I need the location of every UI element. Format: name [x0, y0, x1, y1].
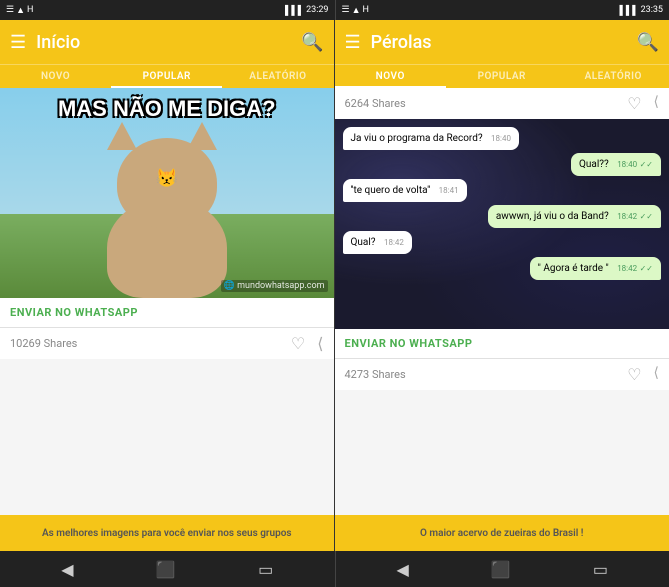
chat-bubble-row-0: Ja viu o programa da Record? 18:40 — [343, 127, 662, 150]
right-tab-aleatorio[interactable]: ALEATÓRIO — [558, 65, 669, 88]
chat-bubble-sent-5: " Agora é tarde " 18:42 ✓✓ — [530, 257, 661, 280]
status-left-icons: ☰▲H — [6, 5, 33, 16]
left-tab-popular[interactable]: POPULAR — [111, 65, 222, 88]
left-nav-bar: ◀ ⬛ ▭ — [0, 551, 335, 587]
chat-bubble-sent-1: Qual?? 18:40 ✓✓ — [571, 153, 661, 176]
right-top-heart-icon[interactable]: ♡ — [627, 94, 641, 113]
chat-bubble-received-2: ''te quero de volta'' 18:41 — [343, 179, 467, 202]
chat-bubble-row-5: " Agora é tarde " 18:42 ✓✓ — [343, 257, 662, 280]
left-home-btn[interactable]: ⬛ — [156, 560, 176, 579]
left-title: Início — [36, 32, 291, 53]
right-bottom-banner: O maior acervo de zueiras do Brasil ! — [335, 515, 669, 551]
left-heart-icon[interactable]: ♡ — [291, 334, 305, 353]
chat-screenshot: Ja viu o programa da Record? 18:40 Qual?… — [335, 119, 669, 329]
chat-bubble-row-1: Qual?? 18:40 ✓✓ — [343, 153, 662, 176]
watermark: 🌐 mundowhatsapp.com — [221, 280, 328, 292]
right-menu-icon[interactable]: ☰ — [345, 32, 361, 53]
right-top-share-icon[interactable]: ⟨ — [654, 94, 659, 113]
meme-image: 😾 MAS NÃO ME DIGA? 🌐 mundowhatsapp.com — [0, 88, 334, 298]
right-home-btn[interactable]: ⬛ — [491, 560, 511, 579]
right-tab-popular[interactable]: POPULAR — [446, 65, 558, 88]
right-tabs: NOVO POPULAR ALEATÓRIO — [335, 64, 669, 88]
chat-bubble-row-4: Qual? 18:42 — [343, 231, 662, 254]
left-search-icon[interactable]: 🔍 — [301, 32, 323, 53]
right-recent-btn[interactable]: ▭ — [593, 560, 608, 579]
meme-text: MAS NÃO ME DIGA? — [0, 96, 334, 122]
status-right-icons: ☰▲H — [342, 5, 369, 16]
chat-bubble-row-3: awwwn, já viu o da Band? 18:42 ✓✓ — [343, 205, 662, 228]
right-title: Pérolas — [371, 32, 627, 53]
right-send-button[interactable]: ENVIAR NO WHATSAPP — [335, 329, 669, 358]
left-send-button[interactable]: ENVIAR NO WHATSAPP — [0, 298, 334, 327]
left-tab-aleatorio[interactable]: ALEATÓRIO — [222, 65, 333, 88]
right-app-bar: ☰ Pérolas 🔍 — [335, 20, 669, 64]
status-right-time2: ▌▌▌ 23:35 — [619, 5, 663, 16]
left-app-bar: ☰ Início 🔍 — [0, 20, 334, 64]
left-back-btn[interactable]: ◀ — [61, 560, 73, 579]
right-bottom-share-icon[interactable]: ⟨ — [654, 365, 659, 384]
left-menu-icon[interactable]: ☰ — [10, 32, 26, 53]
left-bottom-banner: As melhores imagens para você enviar nos… — [0, 515, 334, 551]
left-recent-btn[interactable]: ▭ — [258, 560, 273, 579]
right-tab-novo[interactable]: NOVO — [335, 65, 447, 88]
right-search-icon[interactable]: 🔍 — [637, 32, 659, 53]
right-nav-bar: ◀ ⬛ ▭ — [335, 551, 669, 587]
left-bottom-share: 10269 Shares ♡ ⟨ — [0, 328, 334, 359]
left-tab-novo[interactable]: NOVO — [0, 65, 111, 88]
left-tabs: NOVO POPULAR ALEATÓRIO — [0, 64, 334, 88]
right-back-btn[interactable]: ◀ — [397, 560, 409, 579]
chat-bubble-received-4: Qual? 18:42 — [343, 231, 412, 254]
chat-bubble-row-2: ''te quero de volta'' 18:41 — [343, 179, 662, 202]
right-top-share-count: 6264 Shares — [345, 97, 406, 110]
right-bottom-share-bar: 4273 Shares ♡ ⟨ — [335, 359, 669, 390]
right-bottom-heart-icon[interactable]: ♡ — [627, 365, 641, 384]
left-share-count: 10269 Shares — [10, 337, 77, 350]
left-share-icon[interactable]: ⟨ — [317, 334, 323, 353]
right-bottom-share-count: 4273 Shares — [345, 368, 406, 381]
status-right-time: ▌▌▌ 23:29 — [285, 5, 329, 16]
chat-bubble-sent-3: awwwn, já viu o da Band? 18:42 ✓✓ — [488, 205, 661, 228]
right-top-share-bar: 6264 Shares ♡ ⟨ — [335, 88, 669, 119]
chat-bubble-received-0: Ja viu o programa da Record? 18:40 — [343, 127, 519, 150]
